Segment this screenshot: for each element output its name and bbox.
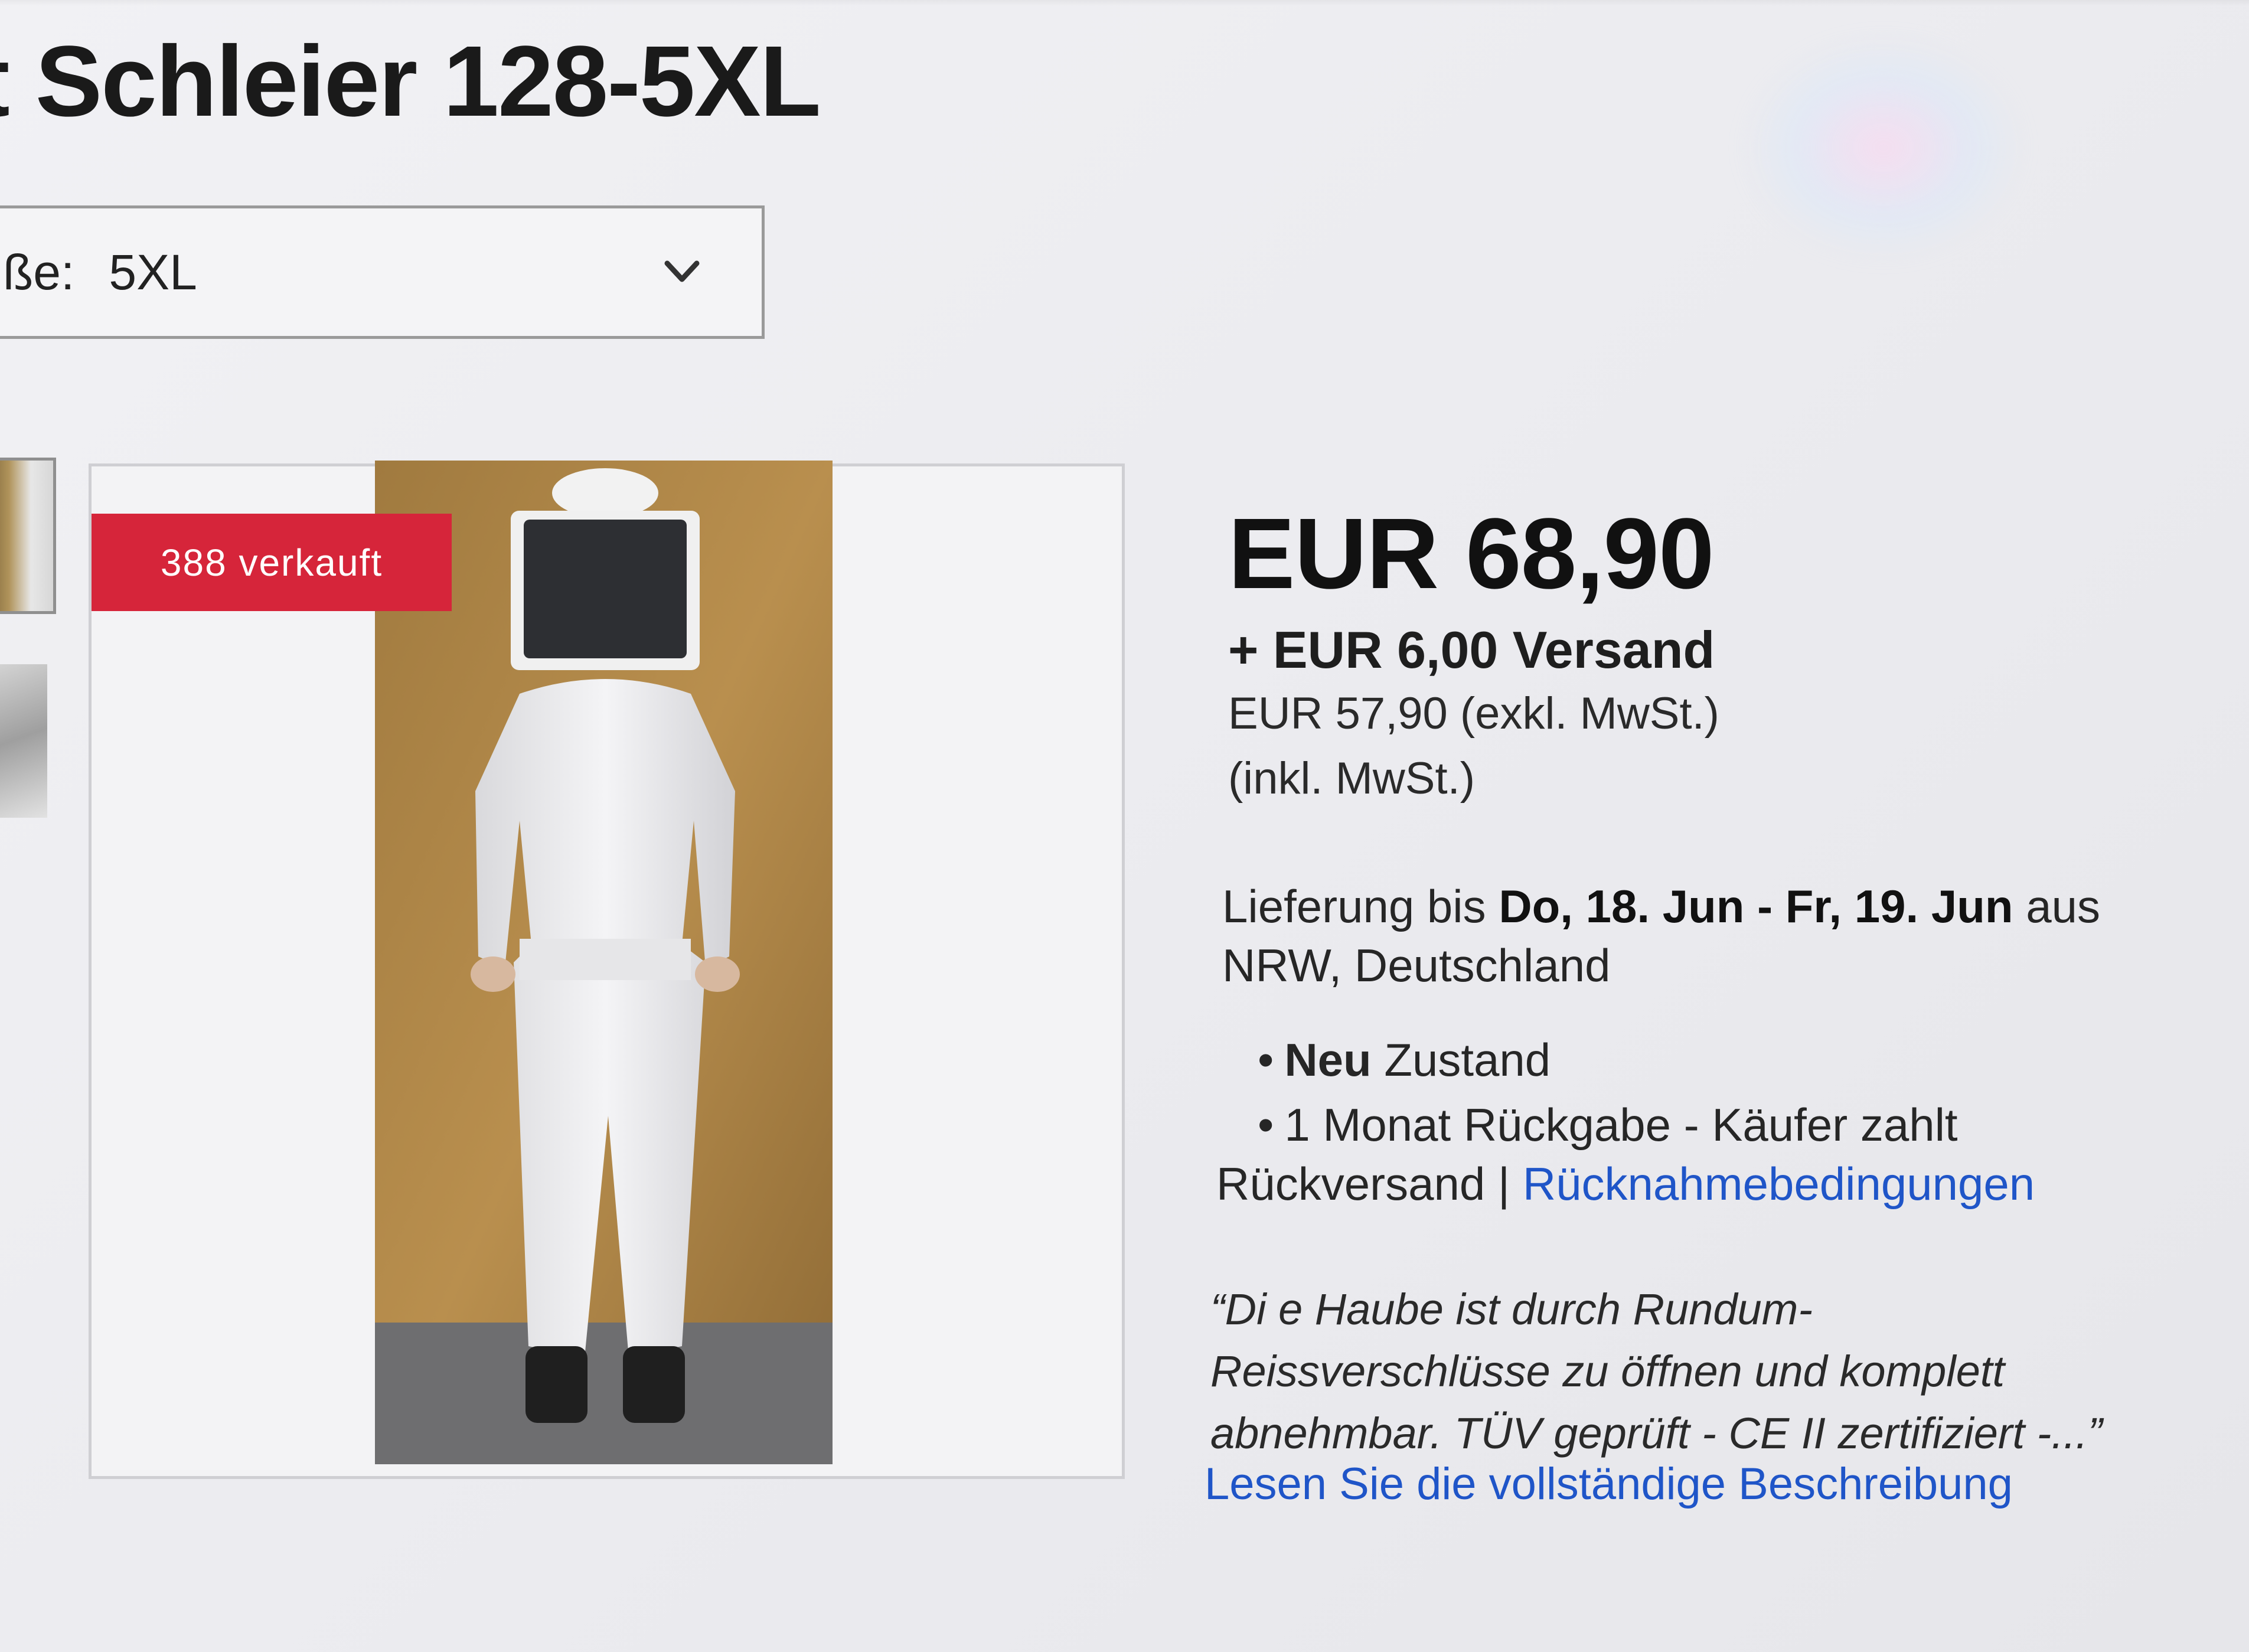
main-image-frame[interactable]: 388 verkauft: [89, 461, 1125, 1479]
description-excerpt: “Di e Haube ist durch Rundum- Reissversc…: [1210, 1278, 2191, 1464]
returns-item: • 1 Monat Rückgabe - Käufer zahlt: [1258, 1098, 1958, 1152]
condition-label: Zustand: [1384, 1034, 1551, 1086]
price-ex-vat: EUR 57,90 (exkl. MwSt.): [1228, 688, 1719, 739]
delivery-suffix: aus: [2026, 880, 2100, 932]
header-edge: [0, 0, 2249, 6]
condition-item: • Neu Zustand: [1258, 1033, 1551, 1087]
size-select[interactable]: ße: 5XL: [0, 205, 765, 339]
description-line: “Di e Haube ist durch Rundum-: [1210, 1285, 1813, 1334]
condition-value: Neu: [1284, 1034, 1372, 1086]
vat-note: (inkl. MwSt.): [1228, 753, 1475, 804]
shipping-cost: + EUR 6,00 Versand: [1228, 621, 1715, 679]
description-line: abnehmbar. TÜV geprüft - CE II zertifizi…: [1210, 1409, 2103, 1458]
bullet: •: [1258, 1099, 1274, 1151]
listing-page: t Schleier 128-5XL ße: 5XL 388 verkauft …: [0, 0, 2249, 1652]
sold-count-badge: 388 verkauft: [92, 514, 452, 611]
chevron-down-icon: [664, 260, 700, 282]
return-policy-link[interactable]: Rücknahmebedingungen: [1523, 1158, 2035, 1210]
screen-glare: [1742, 35, 2025, 260]
description-line: Reissverschlüsse zu öffnen und komplett: [1210, 1347, 2005, 1396]
delivery-prefix: Lieferung bis: [1222, 880, 1486, 932]
read-full-description-link[interactable]: Lesen Sie die vollständige Beschreibung: [1205, 1458, 2013, 1510]
delivery-dates: Do, 18. Jun - Fr, 19. Jun: [1499, 880, 2013, 932]
returns-text-2: Rückversand |: [1216, 1158, 1510, 1210]
product-photo: [375, 461, 833, 1464]
gallery-thumbnail[interactable]: [0, 664, 47, 818]
bullet: •: [1258, 1034, 1274, 1086]
gallery-thumbnail[interactable]: [0, 458, 56, 614]
returns-item-continued: Rückversand | Rücknahmebedingungen: [1216, 1157, 2035, 1211]
returns-text: 1 Monat Rückgabe - Käufer zahlt: [1284, 1099, 1958, 1151]
price: EUR 68,90: [1228, 498, 1715, 610]
size-select-value: 5XL: [109, 244, 197, 300]
delivery-origin: NRW, Deutschland: [1222, 939, 1611, 991]
delivery-estimate: Lieferung bis Do, 18. Jun - Fr, 19. Jun …: [1222, 880, 2100, 933]
size-select-label: ße:: [3, 244, 75, 300]
product-title: t Schleier 128-5XL: [0, 25, 821, 138]
